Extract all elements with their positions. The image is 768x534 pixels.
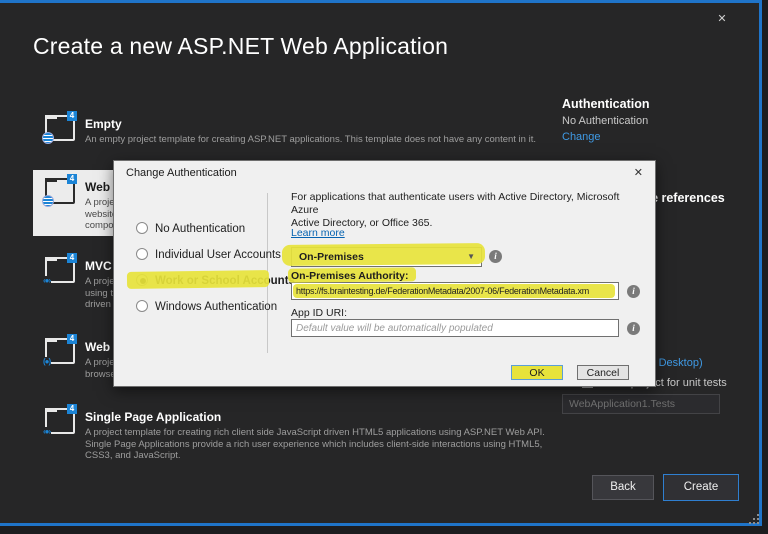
globe-icon (42, 132, 54, 144)
dialog-close-icon[interactable]: ✕ (634, 166, 643, 179)
authority-url-value: https://fs.braintesting.de/FederationMet… (296, 286, 589, 296)
cancel-button[interactable]: Cancel (577, 365, 629, 380)
aspnet-app-icon: 4 (42, 174, 77, 207)
net4-badge-icon: 4 (67, 111, 77, 121)
resize-grip[interactable] (748, 513, 760, 525)
page-title: Create a new ASP.NET Web Application (33, 33, 449, 59)
code-brackets-icon: ‹●› (42, 276, 51, 286)
ok-button[interactable]: OK (511, 365, 563, 380)
back-button[interactable]: Back (592, 475, 654, 500)
radio-no-authentication[interactable]: No Authentication (136, 222, 245, 235)
parentheses-icon: (●) (42, 357, 51, 367)
change-authentication-dialog: Change Authentication ✕ No Authenticatio… (113, 160, 656, 387)
net4-badge-icon: 4 (67, 174, 77, 184)
net4-badge-icon: 4 (67, 404, 77, 414)
radio-circle-icon (136, 300, 148, 312)
radio-circle-icon (136, 222, 148, 234)
radio-windows-authentication[interactable]: Windows Authentication (136, 300, 277, 313)
info-icon[interactable]: i (489, 250, 502, 263)
app-id-placeholder: Default value will be automatically popu… (296, 323, 493, 334)
create-button[interactable]: Create (663, 474, 739, 501)
app-id-label: App ID URI: (291, 307, 348, 319)
authentication-heading: Authentication (562, 97, 650, 111)
aspnet-app-icon: 4 ‹●› (42, 253, 77, 286)
globe-icon (42, 195, 54, 207)
dialog-title: Change Authentication (126, 167, 237, 179)
code-brackets-icon: ‹●› (42, 427, 51, 437)
template-name: Single Page Application (85, 410, 222, 424)
aspnet-app-icon: 4 ‹●› (42, 404, 77, 437)
radio-circle-icon (136, 248, 148, 260)
authentication-value: No Authentication (562, 115, 649, 127)
unit-tests-project-name-input[interactable]: WebApplication1.Tests (562, 394, 720, 414)
template-description: An empty project template for creating A… (85, 134, 536, 145)
template-description: A project template for creating rich cli… (85, 427, 545, 461)
net4-badge-icon: 4 (67, 253, 77, 263)
window-close-icon[interactable]: ✕ (714, 11, 730, 27)
highlight-mark (126, 270, 270, 289)
radio-label: No Authentication (155, 223, 246, 235)
radio-individual-user-accounts[interactable]: Individual User Accounts (136, 248, 281, 261)
net4-badge-icon: 4 (67, 334, 77, 344)
learn-more-link[interactable]: Learn more (291, 227, 345, 239)
dropdown-value: On-Premises (299, 251, 364, 263)
template-name: MVC (85, 259, 112, 273)
info-icon[interactable]: i (627, 285, 640, 298)
app-id-uri-input[interactable]: Default value will be automatically popu… (291, 319, 619, 337)
radio-label: Windows Authentication (155, 301, 278, 313)
aspnet-app-icon: 4 (●) (42, 334, 77, 367)
template-name: Empty (85, 117, 122, 131)
aspnet-app-icon: 4 (42, 111, 77, 144)
info-icon[interactable]: i (627, 322, 640, 335)
change-authentication-link[interactable]: Change (562, 131, 601, 143)
chevron-down-icon: ▼ (467, 252, 475, 261)
authentication-description: For applications that authenticate users… (291, 191, 620, 229)
authority-label: On-Premises Authority: (291, 270, 409, 282)
radio-label: Individual User Accounts (155, 249, 281, 261)
